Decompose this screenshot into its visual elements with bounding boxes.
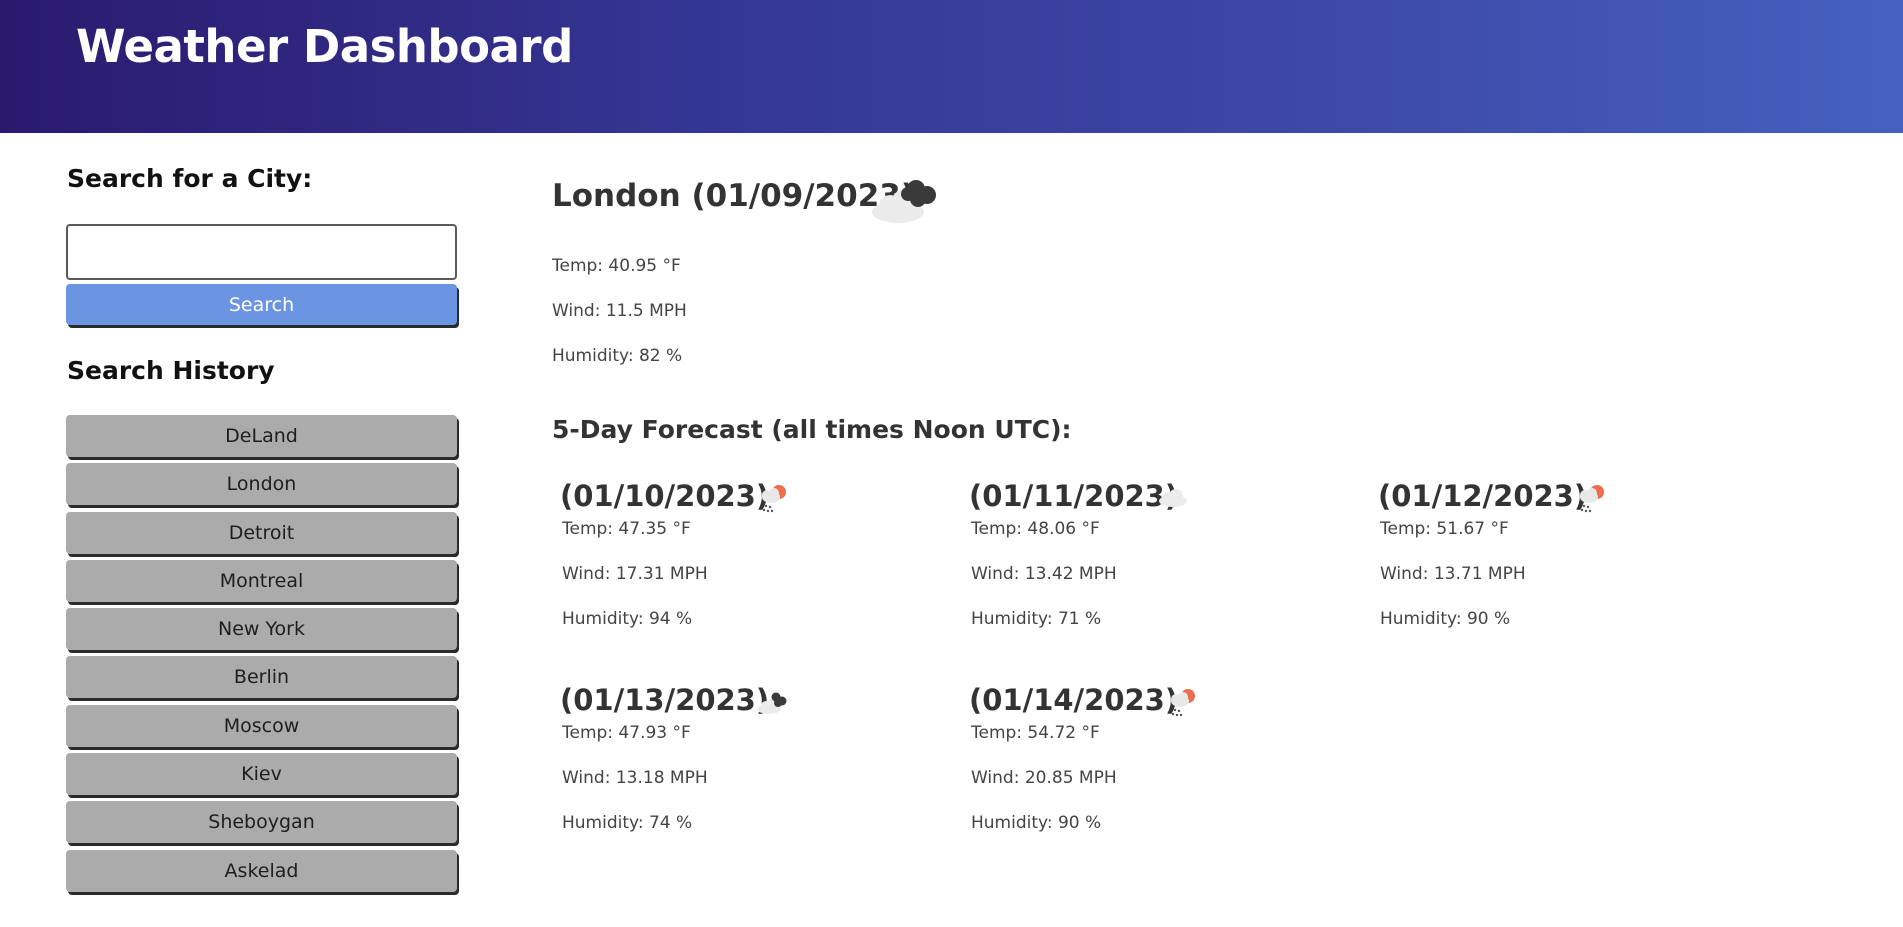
history-button[interactable]: Montreal — [66, 559, 457, 602]
forecast-wind: Wind: 13.71 MPH — [1380, 564, 1526, 584]
history-button[interactable]: Askelad — [66, 849, 457, 892]
forecast-card: (01/11/2023) Temp: 48.06 °F Wind: 13.42 … — [969, 479, 1349, 659]
broken-clouds-icon — [872, 180, 936, 223]
forecast-humidity: Humidity: 71 % — [971, 609, 1102, 629]
history-button[interactable]: Moscow — [66, 704, 457, 747]
history-button[interactable]: Sheboygan — [66, 801, 457, 844]
city-search-input[interactable] — [66, 224, 457, 280]
forecast-humidity: Humidity: 90 % — [1380, 609, 1511, 629]
history-button[interactable]: DeLand — [66, 415, 457, 457]
current-city-title: London (01/09/2023) — [552, 178, 916, 214]
forecast-date: (01/11/2023) — [969, 479, 1179, 513]
cloud-icon — [1159, 489, 1187, 507]
forecast-humidity: Humidity: 94 % — [562, 609, 693, 629]
forecast-wind: Wind: 13.42 MPH — [971, 564, 1117, 584]
page-title: Weather Dashboard — [76, 20, 573, 73]
current-humidity: Humidity: 82 % — [552, 346, 683, 366]
history-button[interactable]: New York — [66, 608, 457, 651]
current-temp: Temp: 40.95 °F — [552, 256, 681, 276]
forecast-date: (01/13/2023) — [560, 683, 770, 717]
forecast-card: (01/10/2023) Temp: 47.35 °F Wind: 17.31 … — [560, 479, 940, 659]
forecast-card: (01/12/2023) Temp: 51.67 °F Wind: 13.71 … — [1378, 479, 1758, 659]
forecast-humidity: Humidity: 74 % — [562, 813, 693, 833]
forecast-wind: Wind: 17.31 MPH — [562, 564, 708, 584]
forecast-temp: Temp: 47.35 °F — [562, 519, 691, 539]
forecast-date: (01/14/2023) — [969, 683, 1179, 717]
search-title: Search for a City: — [67, 164, 313, 193]
search-history-list: DeLand London Detroit Montreal New York … — [66, 415, 459, 898]
history-button[interactable]: London — [66, 463, 457, 506]
forecast-temp: Temp: 47.93 °F — [562, 723, 691, 743]
history-button[interactable]: Kiev — [66, 753, 457, 796]
forecast-temp: Temp: 48.06 °F — [971, 519, 1100, 539]
forecast-humidity: Humidity: 90 % — [971, 813, 1102, 833]
forecast-temp: Temp: 54.72 °F — [971, 723, 1100, 743]
forecast-wind: Wind: 13.18 MPH — [562, 768, 708, 788]
current-wind: Wind: 11.5 MPH — [552, 301, 687, 321]
rain-sun-icon — [1171, 689, 1195, 717]
search-history-title: Search History — [67, 356, 275, 385]
forecast-card: (01/14/2023) Temp: 54.72 °F Wind: 20.85 … — [969, 683, 1349, 863]
search-button[interactable]: Search — [66, 284, 457, 325]
forecast-card: (01/13/2023) Temp: 47.93 °F Wind: 13.18 … — [560, 683, 940, 863]
page-header: Weather Dashboard — [0, 0, 1903, 133]
forecast-date: (01/10/2023) — [560, 479, 770, 513]
forecast-wind: Wind: 20.85 MPH — [971, 768, 1117, 788]
history-button[interactable]: Berlin — [66, 656, 457, 699]
broken-clouds-icon — [757, 692, 787, 714]
history-button[interactable]: Detroit — [66, 511, 457, 554]
forecast-temp: Temp: 51.67 °F — [1380, 519, 1509, 539]
forecast-title: 5-Day Forecast (all times Noon UTC): — [552, 415, 1072, 444]
rain-sun-icon — [762, 485, 786, 513]
forecast-date: (01/12/2023) — [1378, 479, 1588, 513]
rain-sun-icon — [1580, 485, 1604, 513]
